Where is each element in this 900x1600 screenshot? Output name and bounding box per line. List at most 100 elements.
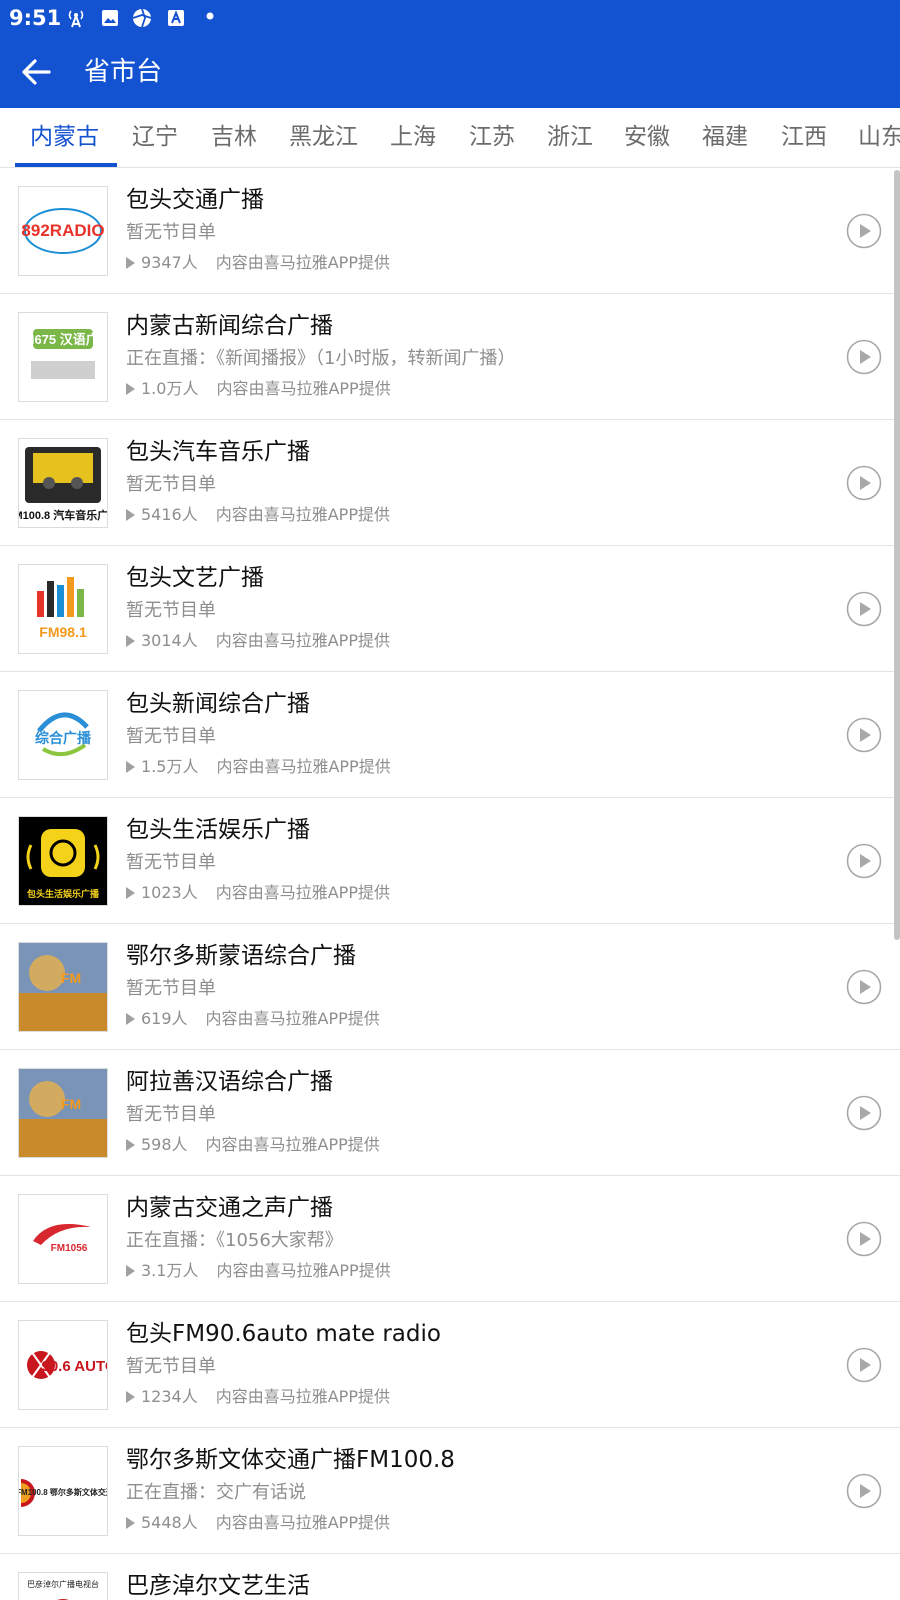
logo-text: FM98.1 (39, 624, 87, 640)
back-button[interactable] (16, 52, 56, 92)
station-row[interactable]: 包头生活娱乐广播 包头生活娱乐广播 暂无节目单 1023人 内容由喜马拉雅APP提… (0, 798, 900, 924)
station-name: 包头新闻综合广播 (126, 691, 310, 717)
play-button[interactable] (846, 969, 882, 1005)
play-button[interactable] (846, 1095, 882, 1131)
logo-text: AM675 汉语广播 (19, 332, 107, 347)
station-row[interactable]: AM675 汉语广播 内蒙古新闻综合广播 正在直播：《新闻播报》（1小时版，转新… (0, 294, 900, 420)
station-meta: 598人 内容由喜马拉雅APP提供 (126, 1134, 380, 1156)
tab-fujian[interactable]: 福建 (702, 122, 748, 152)
station-name: 内蒙古交通之声广播 (126, 1195, 333, 1221)
program-info: 暂无节目单 (126, 726, 216, 747)
listener-count: 1234人 (141, 1387, 198, 1406)
source-note: 内容由喜马拉雅APP提供 (215, 631, 390, 650)
program-info: 暂无节目单 (126, 978, 216, 999)
listener-count: 1.0万人 (141, 379, 199, 398)
image-icon (100, 8, 120, 28)
listener-count: 3.1万人 (141, 1261, 199, 1280)
play-icon (846, 843, 882, 879)
station-row[interactable]: 90.6 AUTO 包头FM90.6auto mate radio 暂无节目单 … (0, 1302, 900, 1428)
station-meta: 9347人 内容由喜马拉雅APP提供 (126, 252, 390, 274)
station-row[interactable]: FM 鄂尔多斯蒙语综合广播 暂无节目单 619人 内容由喜马拉雅APP提供 (0, 924, 900, 1050)
play-button[interactable] (846, 1347, 882, 1383)
listeners-icon (126, 1013, 135, 1025)
station-logo: FM100.8 汽车音乐广播 (18, 438, 108, 528)
play-button[interactable] (846, 465, 882, 501)
play-button[interactable] (846, 339, 882, 375)
station-logo: FM100.8 鄂尔多斯文体交通广 (18, 1446, 108, 1536)
source-note: 内容由喜马拉雅APP提供 (216, 379, 391, 398)
tab-shanghai[interactable]: 上海 (390, 122, 436, 152)
source-note: 内容由喜马拉雅APP提供 (215, 1387, 390, 1406)
logo-text: FM (61, 970, 81, 986)
station-name: 鄂尔多斯文体交通广播FM100.8 (126, 1447, 455, 1473)
station-meta: 619人 内容由喜马拉雅APP提供 (126, 1008, 380, 1030)
source-note: 内容由喜马拉雅APP提供 (205, 1135, 380, 1154)
tab-jilin[interactable]: 吉林 (211, 122, 257, 152)
arrow-left-icon (22, 59, 51, 85)
tab-jiangsu[interactable]: 江苏 (469, 122, 515, 152)
program-info: 正在直播：《1056大家帮》 (126, 1230, 343, 1251)
station-name: 包头汽车音乐广播 (126, 439, 310, 465)
program-info: 暂无节目单 (126, 1104, 216, 1125)
logo-text: 综合广播 (35, 730, 92, 746)
play-button[interactable] (846, 843, 882, 879)
station-name: 鄂尔多斯蒙语综合广播 (126, 943, 356, 969)
play-icon (846, 1473, 882, 1509)
tab-neimenggu[interactable]: 内蒙古 (30, 122, 99, 152)
scrollbar[interactable] (894, 170, 900, 940)
play-icon (846, 717, 882, 753)
station-meta: 1.0万人 内容由喜马拉雅APP提供 (126, 378, 391, 400)
station-row[interactable]: FM1056 内蒙古交通之声广播 正在直播：《1056大家帮》 3.1万人 内容由… (0, 1176, 900, 1302)
font-a-icon (166, 8, 186, 28)
station-logo: 综合广播 (18, 690, 108, 780)
station-meta: 3.1万人 内容由喜马拉雅APP提供 (126, 1260, 391, 1282)
station-name: 内蒙古新闻综合广播 (126, 313, 333, 339)
tab-shandong[interactable]: 山东 (858, 122, 900, 152)
tab-active-indicator (15, 163, 117, 167)
source-note: 内容由喜马拉雅APP提供 (216, 1261, 391, 1280)
station-list[interactable]: 892RADIO 包头交通广播 暂无节目单 9347人 内容由喜马拉雅APP提供 … (0, 168, 900, 1600)
logo-text: 892RADIO (21, 221, 104, 240)
station-row[interactable]: FM 阿拉善汉语综合广播 暂无节目单 598人 内容由喜马拉雅APP提供 (0, 1050, 900, 1176)
tab-liaoning[interactable]: 辽宁 (132, 122, 178, 152)
station-logo: 包头生活娱乐广播 (18, 816, 108, 906)
play-button[interactable] (846, 1221, 882, 1257)
logo-text: 巴彦淖尔广播电视台 (27, 1579, 99, 1589)
tab-zhejiang[interactable]: 浙江 (547, 122, 593, 152)
tab-heilongjiang[interactable]: 黑龙江 (289, 122, 358, 152)
program-info: 暂无节目单 (126, 474, 216, 495)
listener-count: 1.5万人 (141, 757, 199, 776)
listeners-icon (126, 257, 135, 269)
station-row[interactable]: 巴彦淖尔广播电视台 巴彦淖尔文艺生活 (0, 1554, 900, 1600)
source-note: 内容由喜马拉雅APP提供 (215, 883, 390, 902)
program-info: 暂无节目单 (126, 852, 216, 873)
station-row[interactable]: FM100.8 鄂尔多斯文体交通广 鄂尔多斯文体交通广播FM100.8 正在直播… (0, 1428, 900, 1554)
source-note: 内容由喜马拉雅APP提供 (215, 253, 390, 272)
program-info: 暂无节目单 (126, 1356, 216, 1377)
app-bar: 9:51 省市台 (0, 0, 900, 108)
play-icon (846, 1221, 882, 1257)
station-logo: 90.6 AUTO (18, 1320, 108, 1410)
tab-anhui[interactable]: 安徽 (624, 122, 670, 152)
listener-count: 1023人 (141, 883, 198, 902)
station-name: 包头文艺广播 (126, 565, 264, 591)
play-button[interactable] (846, 213, 882, 249)
logo-text: FM1056 (51, 1243, 88, 1254)
program-info: 正在直播：《新闻播报》（1小时版，转新闻广播） (126, 348, 516, 369)
tab-jiangxi[interactable]: 江西 (781, 122, 827, 152)
program-info: 暂无节目单 (126, 222, 216, 243)
station-row[interactable]: FM100.8 汽车音乐广播 包头汽车音乐广播 暂无节目单 5416人内容由喜马… (0, 420, 900, 546)
station-row[interactable]: FM98.1 包头文艺广播 暂无节目单 3014人 内容由喜马拉雅APP提供 (0, 546, 900, 672)
play-button[interactable] (846, 1473, 882, 1509)
station-row[interactable]: 892RADIO 包头交通广播 暂无节目单 9347人 内容由喜马拉雅APP提供 (0, 168, 900, 294)
station-row[interactable]: 综合广播 包头新闻综合广播 暂无节目单 1.5万人 内容由喜马拉雅APP提供 (0, 672, 900, 798)
page-title: 省市台 (84, 57, 163, 87)
play-button[interactable] (846, 591, 882, 627)
play-button[interactable] (846, 717, 882, 753)
station-meta: 5416人 内容由喜马拉雅APP提供 (126, 504, 390, 526)
station-name: 包头交通广播 (126, 187, 264, 213)
source-note: 内容由喜马拉雅APP提供 (216, 757, 391, 776)
station-logo: AM675 汉语广播 (18, 312, 108, 402)
play-icon (846, 465, 882, 501)
listener-count: 5416人 (141, 505, 198, 524)
